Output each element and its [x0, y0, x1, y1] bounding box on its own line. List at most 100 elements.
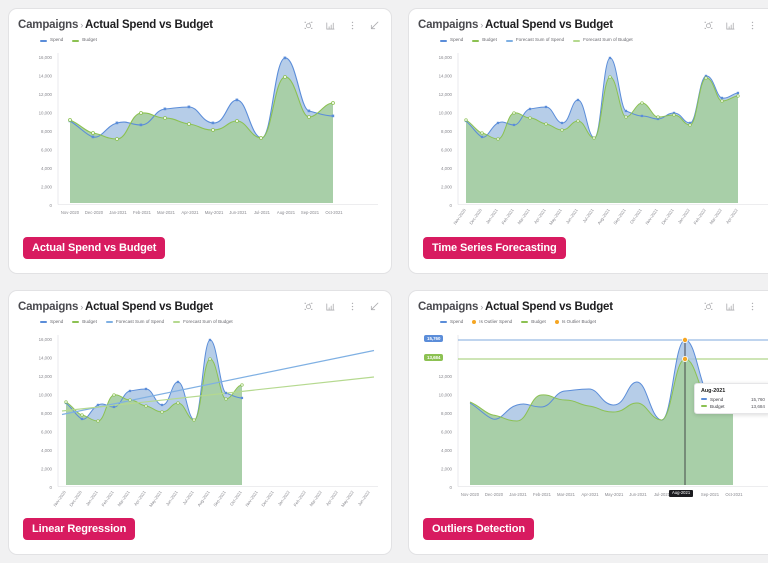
svg-text:0: 0: [450, 203, 453, 208]
y-axis-labels: 16,000 14,000 12,000 10,000 8,000 6,000 …: [39, 55, 53, 208]
card-title: Actual Spend vs Budget: [485, 19, 613, 31]
more-vertical-icon[interactable]: [747, 20, 758, 31]
breadcrumb-separator: ›: [480, 20, 483, 30]
page-title: Campaigns › Actual Spend vs Budget: [18, 301, 213, 313]
svg-text:Dec-2021: Dec-2021: [660, 207, 675, 225]
collapse-arrow-icon[interactable]: [369, 301, 380, 312]
focus-target-icon[interactable]: [303, 20, 314, 31]
svg-text:Mar-2021: Mar-2021: [157, 210, 176, 215]
svg-text:Nov-2020: Nov-2020: [452, 207, 467, 225]
breadcrumb[interactable]: Campaigns: [18, 19, 78, 31]
svg-text:12,000: 12,000: [39, 92, 53, 97]
chart-card-actual-spend-vs-budget[interactable]: Campaigns › Actual Spend vs Budget Spend B…: [8, 8, 392, 274]
legend-label: Forecast Sum of Budget: [583, 37, 633, 43]
legend-label: Spend: [50, 318, 64, 324]
legend-item-budget[interactable]: Budget: [72, 38, 97, 43]
breadcrumb[interactable]: Campaigns: [18, 301, 78, 313]
card-title: Actual Spend vs Budget: [485, 300, 613, 313]
budget-area: [70, 76, 333, 203]
svg-text:Oct-2021: Oct-2021: [229, 489, 243, 507]
more-vertical-icon[interactable]: [747, 301, 758, 312]
svg-text:Dec-2020: Dec-2020: [85, 210, 104, 215]
legend-item-forecast-budget[interactable]: Forecast Sum of Budget: [173, 318, 233, 325]
legend-item-budget[interactable]: Budget: [521, 319, 546, 325]
legend-item-budget[interactable]: Budget: [72, 319, 97, 325]
focus-target-icon[interactable]: [703, 20, 714, 31]
area-chart-svg[interactable]: 16,000 14,000 12,000 10,000 8,000 6,000 …: [18, 329, 382, 507]
legend-item-is-outlier-spend[interactable]: Is Outlier Spend: [472, 318, 513, 325]
legend-label: Is Outlier Budget: [561, 318, 597, 324]
y-axis-labels: 16,000 14,000 12,000 10,000 8,000 6,000 …: [439, 55, 453, 208]
legend-item-budget[interactable]: Budget: [472, 38, 497, 43]
svg-text:Apr-2022: Apr-2022: [725, 207, 739, 225]
legend-item-spend[interactable]: Spend: [40, 318, 64, 325]
breadcrumb[interactable]: Campaigns: [418, 19, 478, 31]
svg-text:Mar-2021: Mar-2021: [516, 207, 531, 225]
svg-text:Jun-2021: Jun-2021: [565, 207, 579, 225]
legend-swatch: [173, 321, 181, 323]
x-axis-labels: Nov-2020 Dec-2020 Jan-2021 Feb-2021 Mar-…: [461, 492, 743, 497]
card-toolbar: [703, 20, 768, 31]
legend-item-forecast-spend[interactable]: Forecast Sum of Spend: [105, 319, 164, 325]
chart-tooltip: Aug-2021 Spend 15,760 Budget 13,684: [694, 382, 768, 414]
outlier-marker-budget: [681, 355, 688, 362]
chart-legend: Spend Budget Forecast Sum of Spend Forec…: [40, 318, 382, 327]
legend-swatch: [440, 39, 447, 42]
area-chart-svg[interactable]: 12,000 10,000 8,000 6,000 4,000 2,000 0: [418, 329, 768, 507]
bar-chart-icon[interactable]: [325, 20, 336, 31]
card-badge-label[interactable]: Linear Regression: [23, 518, 136, 540]
card-badge-label[interactable]: Outliers Detection: [423, 518, 534, 540]
area-chart-svg[interactable]: 16,000 14,000 12,000 10,000 8,000 6,000 …: [18, 47, 382, 225]
chart-card-linear-regression[interactable]: Campaigns › Actual Spend vs Budget Spend B…: [8, 289, 392, 555]
legend-item-spend[interactable]: Spend: [40, 38, 63, 43]
tooltip-label: Budget: [710, 403, 725, 409]
svg-text:May-2021: May-2021: [605, 492, 624, 497]
svg-text:12,000: 12,000: [439, 374, 453, 379]
svg-text:Jan-2021: Jan-2021: [85, 489, 99, 507]
legend-label: Is Outlier Spend: [479, 318, 513, 324]
chart-card-time-series-forecasting[interactable]: Campaigns › Actual Spend vs Budget Spend B…: [408, 8, 768, 274]
legend-item-is-outlier-budget[interactable]: Is Outlier Budget: [554, 318, 597, 325]
svg-text:16,000: 16,000: [439, 55, 453, 60]
svg-text:4,000: 4,000: [441, 448, 453, 453]
svg-text:8,000: 8,000: [441, 411, 453, 416]
focus-target-icon[interactable]: [703, 301, 714, 312]
legend-item-spend[interactable]: Spend: [440, 319, 463, 325]
more-vertical-icon[interactable]: [347, 301, 358, 312]
svg-text:8,000: 8,000: [441, 129, 453, 134]
svg-text:Feb-2022: Feb-2022: [692, 207, 707, 225]
svg-text:Nov-2021: Nov-2021: [644, 207, 659, 225]
card-toolbar: [303, 301, 382, 312]
svg-text:2,000: 2,000: [41, 185, 53, 190]
bar-chart-icon[interactable]: [325, 301, 336, 312]
legend-item-forecast-spend[interactable]: Forecast Sum of Spend: [505, 38, 564, 43]
bar-chart-icon[interactable]: [725, 301, 736, 312]
legend-swatch: [105, 321, 113, 323]
breadcrumb[interactable]: Campaigns: [418, 301, 478, 313]
svg-text:0: 0: [50, 203, 53, 208]
legend-label: Spend: [450, 37, 464, 43]
svg-text:12,000: 12,000: [439, 92, 453, 97]
card-badge-label[interactable]: Actual Spend vs Budget: [23, 236, 166, 259]
svg-text:Jun-2021: Jun-2021: [229, 210, 247, 215]
legend-item-forecast-budget[interactable]: Forecast Sum of Budget: [573, 38, 633, 43]
area-chart-svg[interactable]: 16,000 14,000 12,000 10,000 8,000 6,000 …: [418, 47, 768, 225]
svg-text:2,000: 2,000: [441, 466, 453, 471]
tooltip-value: 13,684: [750, 403, 765, 409]
card-cell-outliers-detection: Campaigns › Actual Spend vs Budget Spend I…: [400, 282, 768, 563]
bar-chart-icon[interactable]: [725, 20, 736, 31]
collapse-arrow-icon[interactable]: [369, 20, 380, 31]
focus-target-icon[interactable]: [303, 301, 314, 312]
legend-label: Spend: [50, 37, 64, 43]
x-axis-labels: Nov-2020 Dec-2020 Jan-2021 Feb-2021 Mar-…: [452, 207, 739, 225]
svg-text:16,000: 16,000: [39, 337, 53, 342]
legend-swatch: [472, 39, 480, 42]
more-vertical-icon[interactable]: [347, 20, 358, 31]
svg-text:Jul-2021: Jul-2021: [254, 210, 271, 215]
legend-label: Forecast Sum of Budget: [183, 318, 233, 324]
tooltip-row-spend: Spend 15,760: [701, 397, 765, 402]
card-badge-label[interactable]: Time Series Forecasting: [423, 236, 566, 259]
svg-text:Apr-2022: Apr-2022: [325, 489, 339, 507]
legend-item-spend[interactable]: Spend: [440, 38, 463, 43]
chart-card-outliers-detection[interactable]: Campaigns › Actual Spend vs Budget Spend I…: [408, 289, 768, 555]
